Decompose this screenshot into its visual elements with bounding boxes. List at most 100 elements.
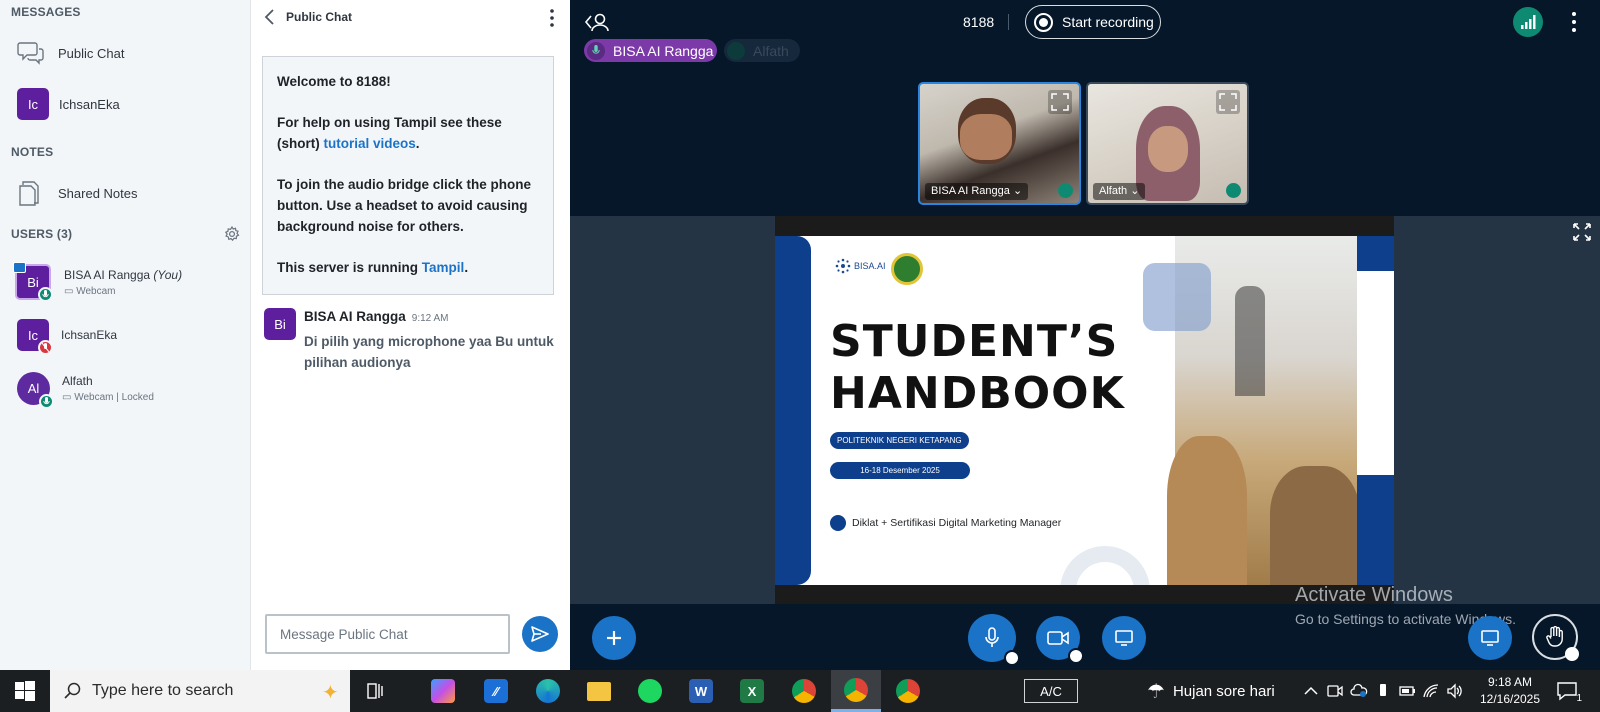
user-name: Alfath bbox=[62, 373, 93, 388]
expand-icon[interactable] bbox=[1216, 90, 1240, 114]
clock-time: 9:18 AM bbox=[1487, 675, 1533, 689]
word-app[interactable]: W bbox=[676, 670, 726, 712]
mic-on-icon bbox=[1058, 183, 1073, 198]
meeting-area: 8188 Start recording BISA AI Rangga Alfa… bbox=[570, 0, 1600, 670]
presenter-icon bbox=[13, 262, 26, 273]
expand-icon[interactable] bbox=[1048, 90, 1072, 114]
chat-title: Public Chat bbox=[286, 10, 353, 24]
file-explorer-app[interactable] bbox=[574, 670, 624, 712]
server-text: This server is running bbox=[277, 260, 422, 275]
webcam-button[interactable] bbox=[1036, 616, 1084, 664]
raise-hand-button[interactable] bbox=[1532, 614, 1579, 661]
chevron-up-icon[interactable] bbox=[1302, 682, 1320, 700]
edge-app[interactable] bbox=[523, 670, 573, 712]
user-list-item[interactable]: Bi BISA AI Rangga (You) ▭ Webcam bbox=[0, 260, 250, 304]
participant-face bbox=[960, 114, 1012, 160]
actions-button[interactable] bbox=[592, 616, 636, 660]
more-options-icon[interactable] bbox=[547, 8, 557, 28]
start-recording-button[interactable]: Start recording bbox=[1025, 5, 1161, 39]
more-options-icon[interactable] bbox=[1570, 10, 1578, 34]
webcam-tile[interactable]: Alfath ⌄ bbox=[1086, 82, 1249, 205]
message-input[interactable] bbox=[265, 614, 510, 654]
screenshare-button[interactable] bbox=[1102, 616, 1146, 660]
connection-status-button[interactable] bbox=[1513, 7, 1543, 37]
mute-button[interactable] bbox=[968, 614, 1020, 666]
video-options-caret[interactable] bbox=[1068, 648, 1084, 664]
user-list-item[interactable]: Ic IchsanEka bbox=[0, 315, 250, 355]
microphone-icon bbox=[985, 627, 999, 647]
ac-indicator[interactable]: A/C bbox=[1024, 679, 1078, 703]
mic-icon bbox=[727, 41, 745, 60]
users-section-title: USERS (3) bbox=[11, 227, 73, 241]
sidebar-item-public-chat[interactable]: Public Chat bbox=[0, 33, 250, 73]
chat-panel: Public Chat Welcome to 8188! For help on… bbox=[250, 0, 570, 670]
reactions-caret[interactable] bbox=[1565, 647, 1579, 661]
chrome-profile-app-2[interactable] bbox=[883, 670, 933, 712]
weather-widget[interactable]: ☂ Hujan sore hari bbox=[1147, 670, 1275, 712]
sidebar-item-private-chat[interactable]: Ic IchsanEka bbox=[0, 84, 250, 124]
avatar: Ic bbox=[17, 88, 49, 120]
chevron-left-icon[interactable] bbox=[263, 8, 277, 26]
tampil-link[interactable]: Tampil bbox=[422, 260, 465, 275]
wifi-icon[interactable] bbox=[1422, 682, 1440, 700]
notification-count: 1 bbox=[1576, 693, 1582, 704]
polytechnic-seal-icon bbox=[891, 253, 923, 285]
onedrive-icon[interactable] bbox=[1350, 682, 1368, 700]
meeting-name: 8188 bbox=[963, 14, 995, 30]
volume-icon[interactable] bbox=[1446, 682, 1464, 700]
notes-icon bbox=[19, 181, 39, 206]
usb-drive-icon[interactable] bbox=[1374, 682, 1392, 700]
chrome-profile-app[interactable] bbox=[831, 670, 881, 712]
avatar: Bi bbox=[264, 308, 296, 340]
sidebar-item-shared-notes[interactable]: Shared Notes bbox=[0, 173, 250, 213]
toggle-user-list-icon[interactable] bbox=[584, 10, 610, 34]
meet-now-icon[interactable] bbox=[1326, 682, 1344, 700]
taskbar-search[interactable]: Type here to search ✦ bbox=[50, 670, 350, 712]
task-view-button[interactable] bbox=[350, 670, 400, 712]
excel-app[interactable]: X bbox=[727, 670, 777, 712]
audio-options-caret[interactable] bbox=[1004, 650, 1020, 666]
webcam-name[interactable]: BISA AI Rangga ⌄ bbox=[925, 183, 1029, 200]
slide-title-line: STUDENT’S bbox=[830, 316, 1119, 367]
gear-icon[interactable] bbox=[224, 226, 240, 242]
user-list-item[interactable]: Al Alfath ▭ Webcam | Locked bbox=[0, 366, 250, 410]
shared-notes-label: Shared Notes bbox=[58, 185, 138, 201]
presentation-restore-button[interactable] bbox=[1468, 616, 1512, 660]
notification-center-button[interactable]: 1 bbox=[1556, 681, 1582, 704]
slide-title-line: HANDBOOK bbox=[830, 368, 1125, 419]
webcam-name[interactable]: Alfath ⌄ bbox=[1093, 183, 1146, 200]
chat-header: Public Chat bbox=[251, 0, 571, 36]
welcome-title: Welcome to 8188! bbox=[277, 74, 391, 89]
webcam-tile[interactable]: BISA AI Rangga ⌄ bbox=[918, 82, 1081, 205]
private-chat-name: IchsanEka bbox=[59, 96, 120, 112]
send-icon bbox=[531, 626, 549, 642]
bullet-dot bbox=[830, 515, 846, 531]
edge-icon bbox=[536, 679, 560, 703]
copilot-app[interactable] bbox=[418, 670, 468, 712]
windows-taskbar: Type here to search ✦ ⁄⁄ W X A/C ☂ Hujan… bbox=[0, 670, 1600, 712]
avatar-initials: Ic bbox=[27, 327, 39, 343]
user-status: Webcam | Locked bbox=[74, 391, 154, 403]
app-launcher[interactable]: ⁄⁄ bbox=[471, 670, 521, 712]
notes-section-title: NOTES bbox=[11, 145, 54, 159]
battery-icon[interactable] bbox=[1398, 682, 1416, 700]
fullscreen-icon[interactable] bbox=[1572, 222, 1592, 242]
talking-indicator[interactable]: BISA AI Rangga bbox=[584, 39, 717, 62]
slide-title: STUDENT’S HANDBOOK bbox=[830, 316, 1125, 420]
camera-icon bbox=[1047, 631, 1069, 645]
record-label: Start recording bbox=[1062, 14, 1154, 30]
message-sender: BISA AI Rangga bbox=[304, 309, 406, 324]
system-clock[interactable]: 9:18 AM 12/16/2025 bbox=[1475, 674, 1545, 708]
participant-face bbox=[1148, 126, 1188, 172]
talking-indicator[interactable]: Alfath bbox=[724, 39, 800, 62]
tutorial-videos-link[interactable]: tutorial videos bbox=[324, 136, 416, 151]
webcam-icon: ▭ bbox=[62, 391, 72, 403]
spotify-app[interactable] bbox=[625, 670, 675, 712]
webcam-name-label: Alfath bbox=[1099, 185, 1128, 197]
send-button[interactable] bbox=[522, 616, 558, 652]
slide-bullet: Diklat + Sertifikasi Digital Marketing M… bbox=[830, 515, 1061, 531]
slide-decor-panel bbox=[1357, 271, 1394, 475]
start-button[interactable] bbox=[0, 670, 50, 712]
chrome-app[interactable] bbox=[779, 670, 829, 712]
messages-section-title: MESSAGES bbox=[11, 5, 81, 19]
